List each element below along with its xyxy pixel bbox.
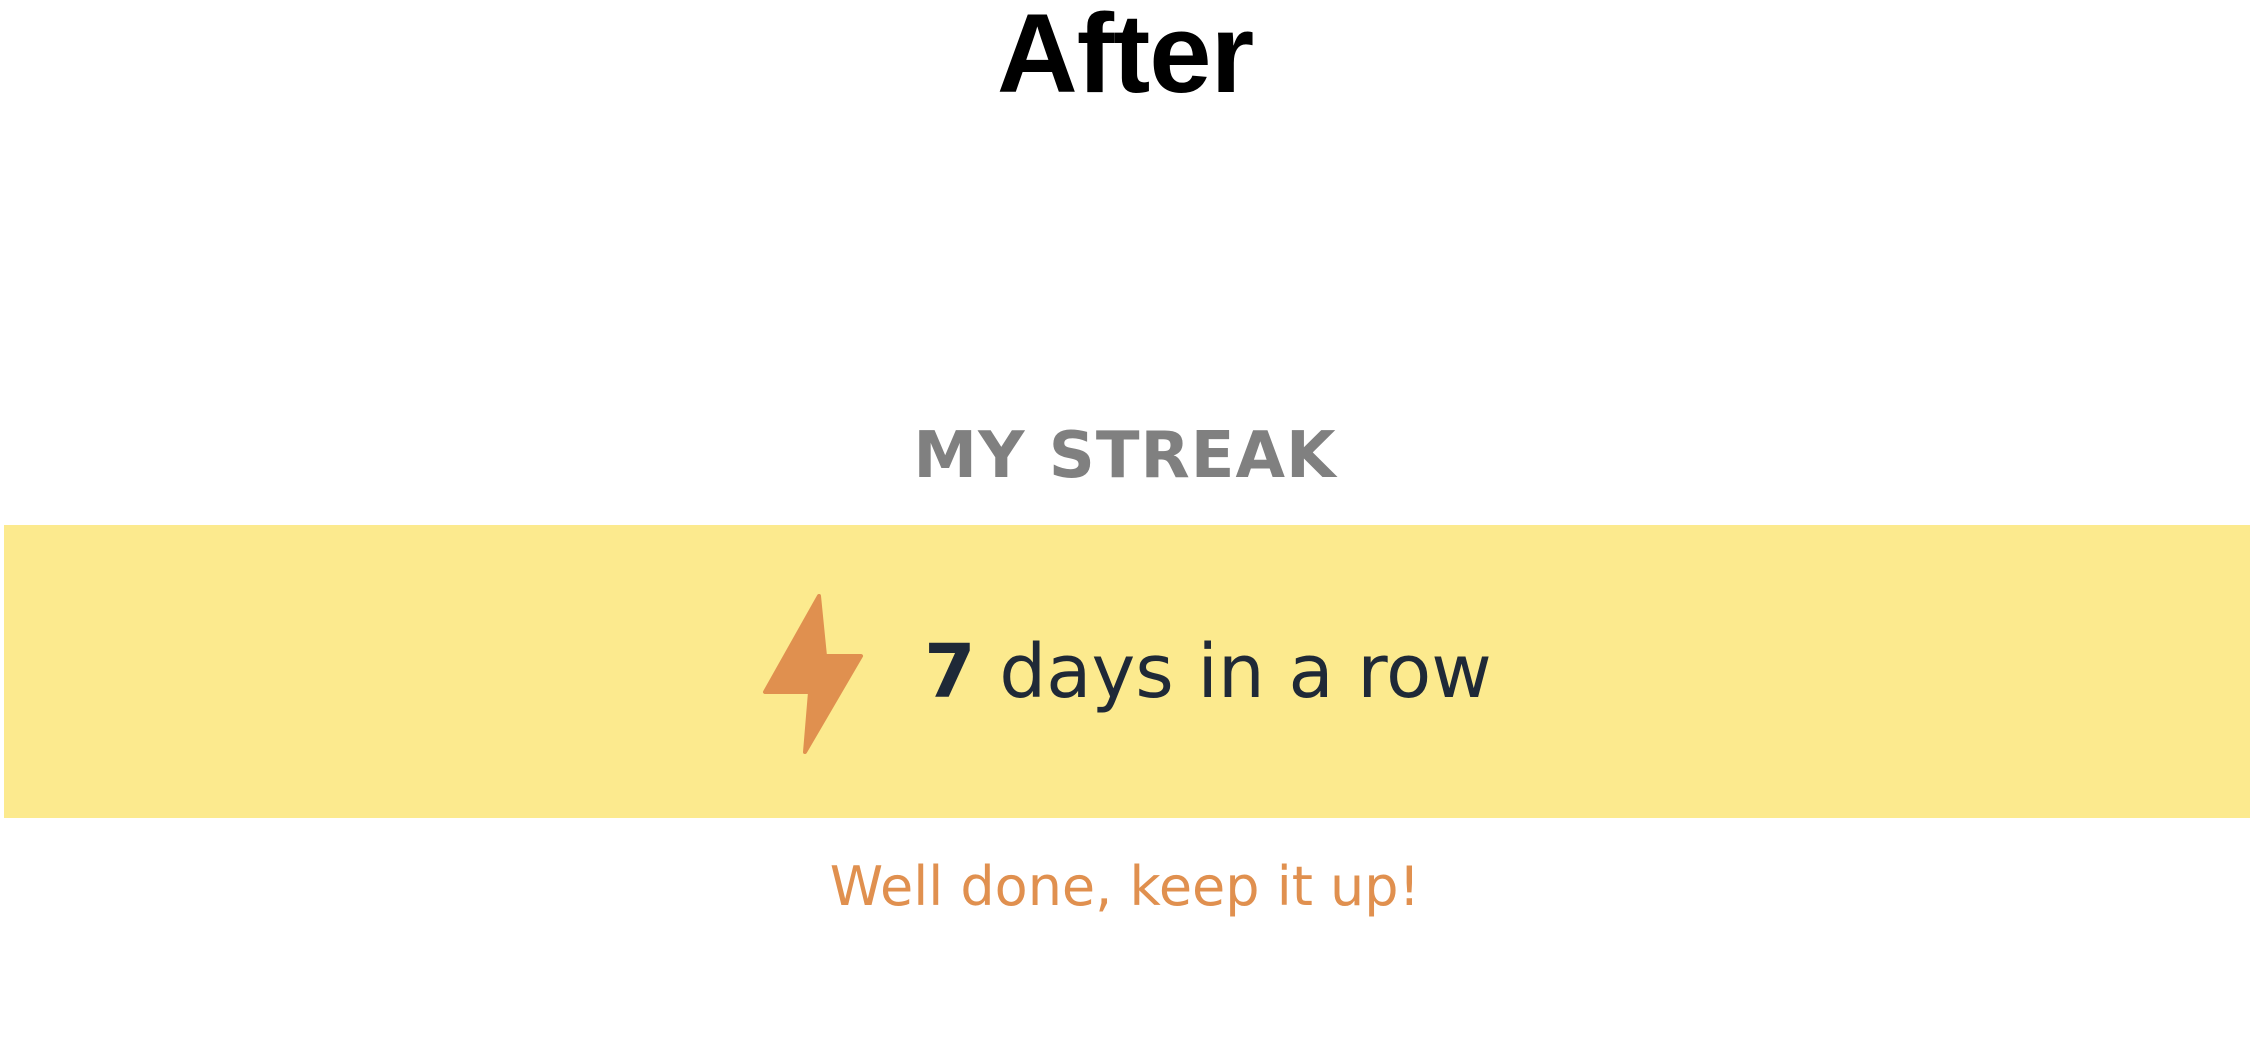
encouragement-message: Well done, keep it up! (829, 855, 1421, 918)
streak-banner: 7 days in a row (4, 525, 2250, 818)
streak-value: 7 days in a row (924, 627, 1492, 717)
lightning-bolt-icon (763, 593, 864, 754)
streak-label: MY STREAK (913, 419, 1337, 493)
streak-count: 7 (924, 628, 976, 715)
streak-unit: days in a row (999, 628, 1492, 715)
after-heading: After (996, 0, 1254, 116)
streak-row: 7 days in a row (4, 525, 2250, 818)
